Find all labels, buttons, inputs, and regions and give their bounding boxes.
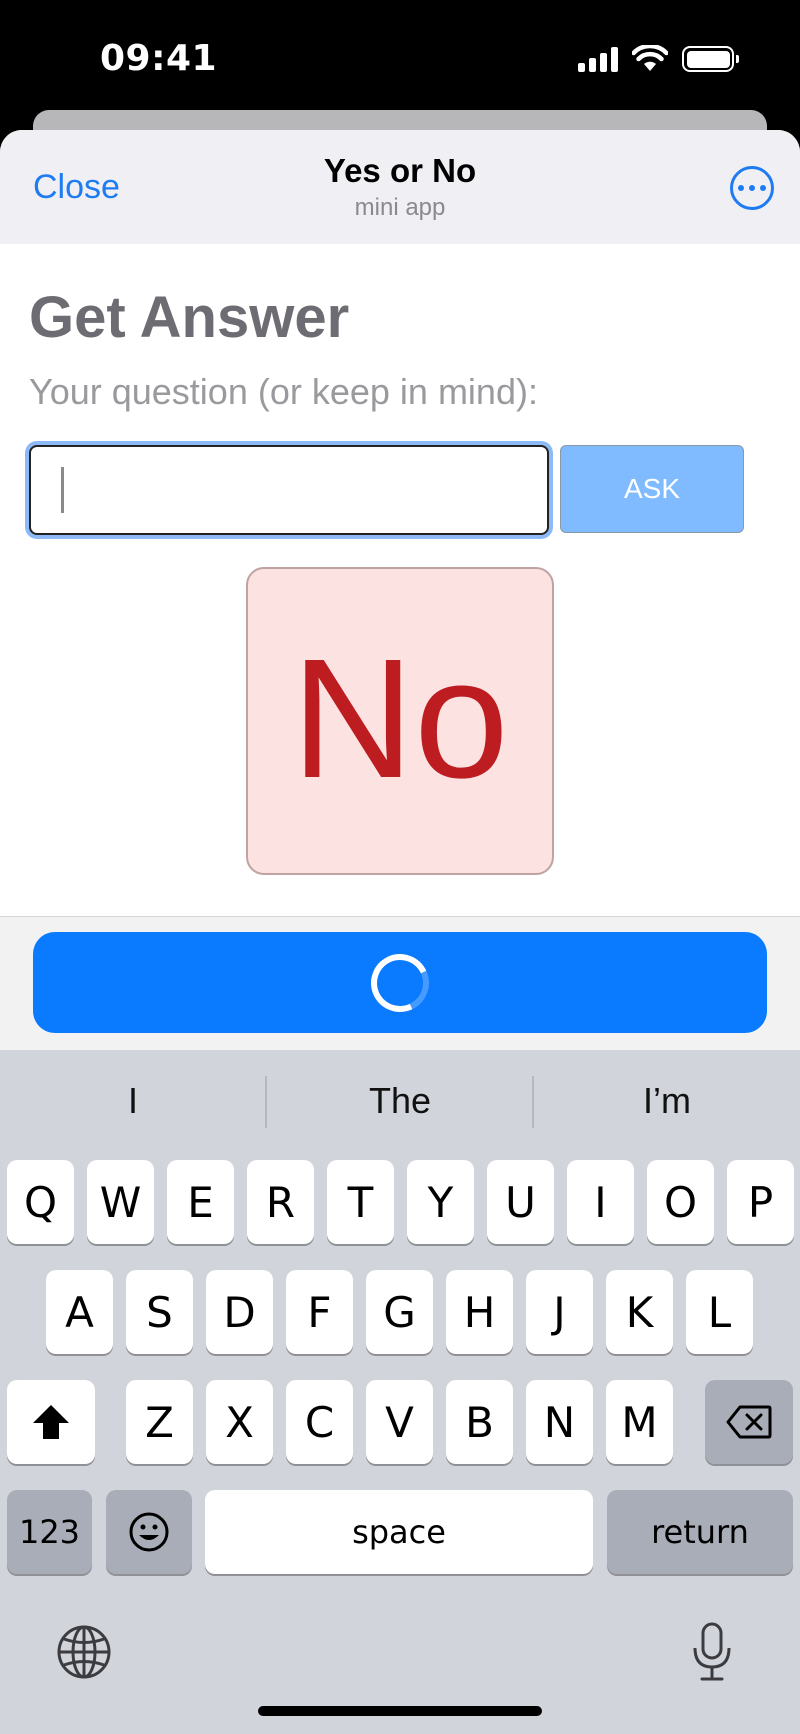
cellular-signal-icon xyxy=(578,46,618,72)
battery-icon xyxy=(682,46,739,72)
shift-key[interactable] xyxy=(7,1380,95,1464)
spinner-icon xyxy=(362,945,438,1020)
suggestion-3[interactable]: I’m xyxy=(534,1080,800,1122)
key-z[interactable]: Z xyxy=(126,1380,193,1464)
ask-button[interactable]: ASK xyxy=(560,445,744,533)
text-caret xyxy=(61,467,64,513)
status-icons xyxy=(578,44,739,74)
key-b[interactable]: B xyxy=(446,1380,513,1464)
app-title: Yes or No xyxy=(323,152,477,189)
shift-arrow-icon xyxy=(33,1405,69,1439)
ellipsis-dot xyxy=(760,185,766,191)
key-y[interactable]: Y xyxy=(407,1160,474,1244)
globe-icon[interactable] xyxy=(56,1624,112,1680)
key-h[interactable]: H xyxy=(446,1270,513,1354)
keyboard: I The I’m Q W E R T Y U I O P A S D F G … xyxy=(0,1050,800,1734)
page-title: Get Answer xyxy=(29,285,350,350)
app-content: Get Answer Your question (or keep in min… xyxy=(0,244,800,916)
status-time: 09:41 xyxy=(100,38,218,79)
key-t[interactable]: T xyxy=(327,1160,394,1244)
key-d[interactable]: D xyxy=(206,1270,273,1354)
key-p[interactable]: P xyxy=(727,1160,794,1244)
ellipsis-dot xyxy=(749,185,755,191)
key-f[interactable]: F xyxy=(286,1270,353,1354)
wifi-icon xyxy=(632,45,668,71)
answer-text: No xyxy=(291,624,509,814)
emoji-icon xyxy=(129,1512,169,1552)
sheet-header: Close Yes or No mini app xyxy=(0,130,800,244)
suggestion-bar: I The I’m xyxy=(0,1050,800,1154)
key-m[interactable]: M xyxy=(606,1380,673,1464)
space-key[interactable]: space xyxy=(205,1490,593,1574)
key-x[interactable]: X xyxy=(206,1380,273,1464)
key-r[interactable]: R xyxy=(247,1160,314,1244)
microphone-icon[interactable] xyxy=(690,1622,734,1682)
key-u[interactable]: U xyxy=(487,1160,554,1244)
key-a[interactable]: A xyxy=(46,1270,113,1354)
key-j[interactable]: J xyxy=(526,1270,593,1354)
more-options-button[interactable] xyxy=(730,166,774,210)
key-e[interactable]: E xyxy=(167,1160,234,1244)
return-key[interactable]: return xyxy=(607,1490,793,1574)
status-bar: 09:41 xyxy=(0,0,800,110)
key-g[interactable]: G xyxy=(366,1270,433,1354)
key-l[interactable]: L xyxy=(686,1270,753,1354)
home-indicator xyxy=(258,1706,542,1716)
key-k[interactable]: K xyxy=(606,1270,673,1354)
bottom-bar xyxy=(0,916,800,1050)
key-i[interactable]: I xyxy=(567,1160,634,1244)
key-w[interactable]: W xyxy=(87,1160,154,1244)
question-input[interactable] xyxy=(29,445,549,535)
main-action-button[interactable] xyxy=(33,932,767,1033)
key-o[interactable]: O xyxy=(647,1160,714,1244)
key-q[interactable]: Q xyxy=(7,1160,74,1244)
key-v[interactable]: V xyxy=(366,1380,433,1464)
app-subtitle: mini app xyxy=(354,194,446,221)
suggestion-1[interactable]: I xyxy=(0,1080,266,1122)
delete-backward-icon xyxy=(726,1405,772,1439)
suggestion-2[interactable]: The xyxy=(267,1080,533,1122)
backspace-key[interactable] xyxy=(705,1380,793,1464)
numbers-key[interactable]: 123 xyxy=(7,1490,92,1574)
key-s[interactable]: S xyxy=(126,1270,193,1354)
emoji-key[interactable] xyxy=(106,1490,192,1574)
answer-card: No xyxy=(246,567,554,875)
key-c[interactable]: C xyxy=(286,1380,353,1464)
ellipsis-icon xyxy=(738,185,744,191)
key-n[interactable]: N xyxy=(526,1380,593,1464)
question-label: Your question (or keep in mind): xyxy=(29,371,538,412)
